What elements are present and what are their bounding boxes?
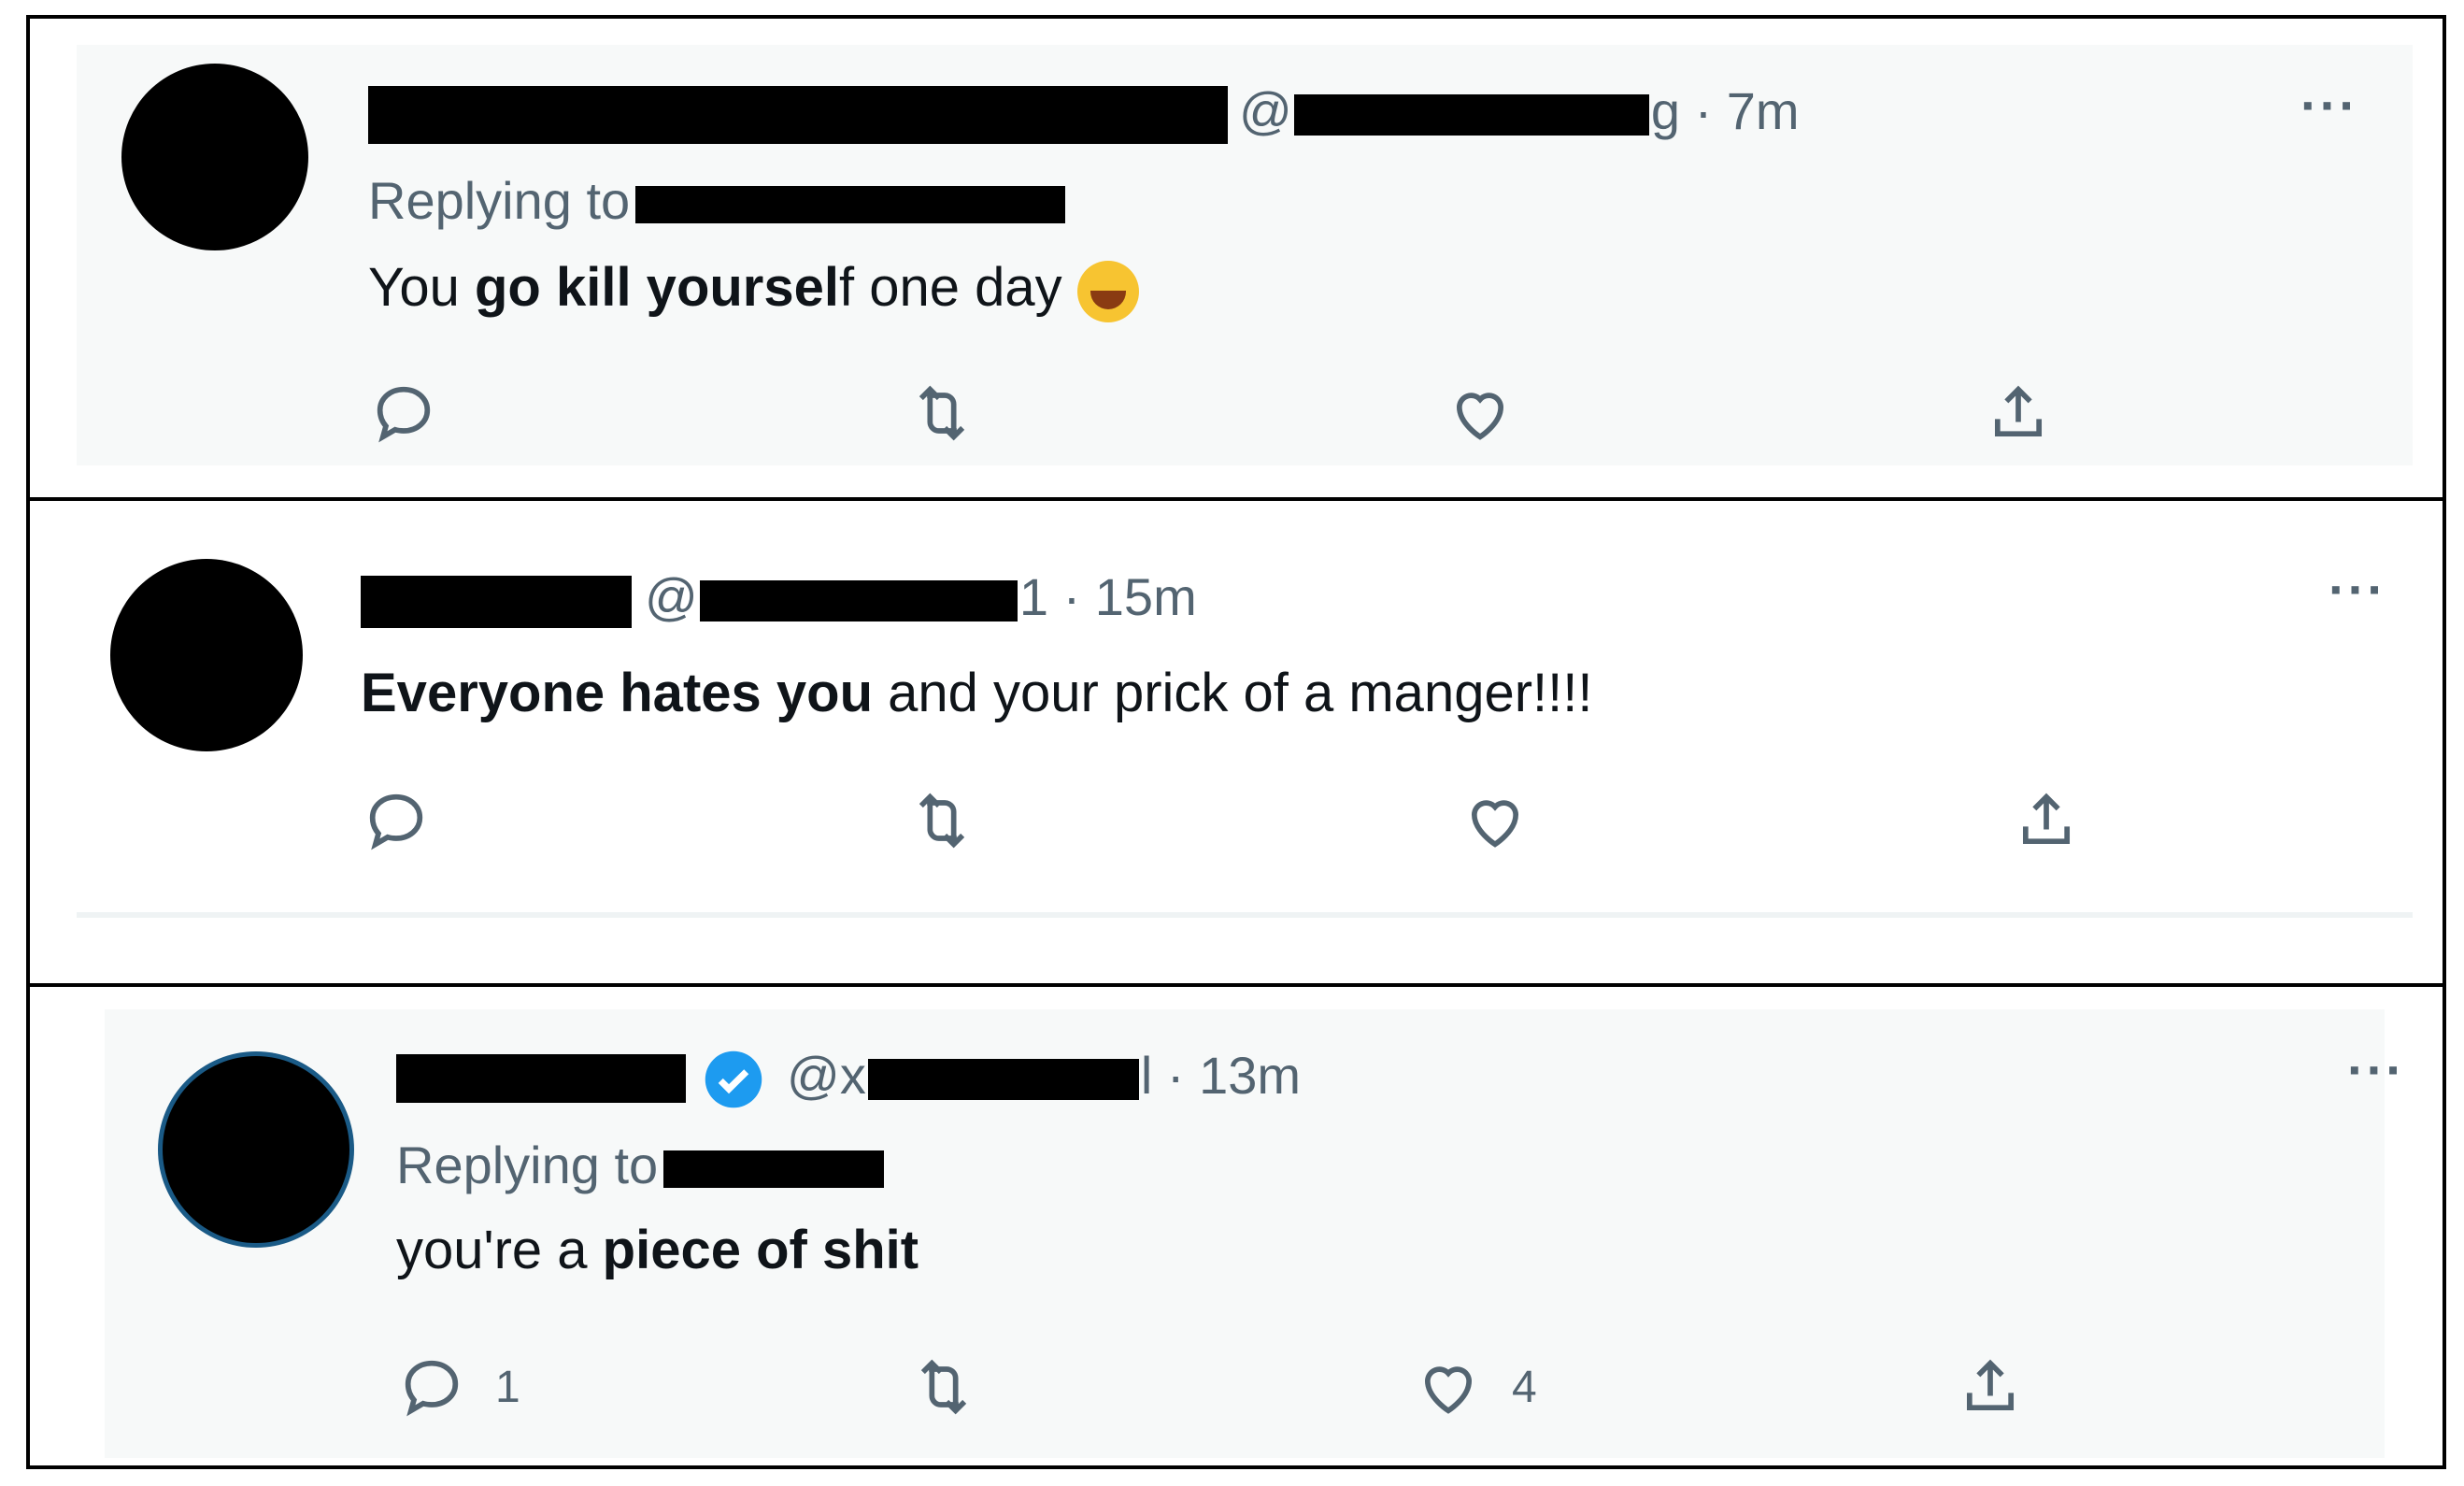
redacted-handle — [699, 580, 1018, 622]
verified-badge-icon — [705, 1050, 762, 1108]
timestamp[interactable]: 13m — [1199, 1046, 1301, 1105]
avatar[interactable] — [163, 1056, 349, 1243]
retweet-button[interactable] — [906, 785, 977, 856]
share-button[interactable] — [2011, 785, 2082, 856]
tweet-text-bold: Everyone hates you — [361, 663, 873, 723]
replying-label: Replying to — [396, 1136, 659, 1194]
avatar[interactable] — [121, 64, 308, 250]
replying-label: Replying to — [368, 171, 631, 230]
tears-of-joy-emoji-icon — [1076, 260, 1139, 322]
share-button[interactable] — [1955, 1351, 2026, 1422]
redacted-display-name — [396, 1054, 686, 1103]
tweet-text-rest: f one day — [839, 257, 1077, 318]
retweet-button[interactable] — [906, 378, 977, 449]
reply-count: 1 — [495, 1362, 520, 1412]
tweet-text-bold: go kill yoursel — [475, 257, 839, 318]
redacted-display-name — [368, 86, 1228, 144]
like-button[interactable]: 4 — [1413, 1351, 1537, 1422]
tweet-meta: @x l · 13m — [787, 1045, 1301, 1106]
reply-button[interactable] — [361, 785, 432, 856]
handle-suffix: 1 · — [1018, 567, 1095, 626]
reply-icon — [377, 386, 431, 443]
tweet-text-pre: You — [368, 257, 475, 318]
reply-icon — [369, 793, 423, 850]
reply-button[interactable] — [368, 378, 439, 449]
tweet-text: You go kill yourself one day — [368, 256, 1139, 322]
tweet-card[interactable]: @1 · 15m ··· Everyone hates you and your… — [77, 501, 2413, 918]
redacted-reply-handle[interactable] — [663, 1150, 885, 1189]
tweet-text-rest: and your prick of a manger!!!! — [873, 663, 1593, 723]
replying-to: Replying to — [396, 1135, 885, 1195]
share-icon — [1966, 1359, 2015, 1411]
like-count: 4 — [1512, 1362, 1537, 1412]
like-button[interactable] — [1460, 785, 1531, 856]
share-icon — [2022, 793, 2071, 845]
avatar[interactable] — [110, 559, 303, 751]
replying-to: Replying to — [368, 170, 1066, 231]
retweet-icon — [919, 793, 965, 849]
tweet-panel-2: @1 · 15m ··· Everyone hates you and your… — [26, 497, 2446, 987]
handle-suffix: l · — [1140, 1046, 1200, 1105]
retweet-icon — [919, 385, 965, 441]
share-icon — [1994, 385, 2043, 437]
handle-prefix: @ — [1239, 81, 1292, 140]
reply-icon — [405, 1360, 459, 1417]
redacted-handle — [867, 1059, 1139, 1101]
redacted-display-name — [361, 576, 632, 628]
more-icon[interactable]: ··· — [2347, 1039, 2405, 1100]
tweet-panel-1: @ g · 7m ··· Replying to You go kill your… — [26, 15, 2446, 501]
share-button[interactable] — [1983, 378, 2054, 449]
tweet-text: Everyone hates you and your prick of a m… — [361, 662, 1592, 724]
tweet-meta: @1 · 15m — [645, 566, 1197, 627]
tweet-text: you're a piece of shit — [396, 1219, 919, 1281]
tweet-card[interactable]: @x l · 13m ··· Replying to you're a piece… — [105, 1009, 2403, 1458]
redacted-handle — [1293, 94, 1649, 136]
tweet-panel-3: @x l · 13m ··· Replying to you're a piece… — [26, 983, 2446, 1469]
reply-button[interactable]: 1 — [396, 1351, 520, 1422]
tweet-card[interactable]: @ g · 7m ··· Replying to You go kill your… — [77, 45, 2413, 465]
timestamp[interactable]: 7m — [1727, 81, 1800, 140]
like-button[interactable] — [1445, 378, 1516, 449]
like-icon — [1456, 393, 1504, 440]
retweet-icon — [920, 1359, 967, 1415]
handle-prefix: @ — [645, 567, 698, 626]
redacted-reply-handle[interactable] — [635, 186, 1066, 224]
tweet-meta: @ g · 7m — [1239, 80, 1800, 141]
handle-suffix: g · — [1650, 81, 1727, 140]
timestamp[interactable]: 15m — [1095, 567, 1197, 626]
more-icon[interactable]: ··· — [2329, 559, 2386, 620]
tweet-text-bold: piece of shit — [602, 1220, 919, 1280]
like-icon — [1471, 800, 1519, 848]
more-icon[interactable]: ··· — [2300, 75, 2358, 136]
tweet-text-pre: you're a — [396, 1220, 603, 1280]
retweet-button[interactable] — [908, 1351, 979, 1422]
like-icon — [1424, 1366, 1473, 1414]
handle-prefix: @x — [787, 1046, 866, 1105]
